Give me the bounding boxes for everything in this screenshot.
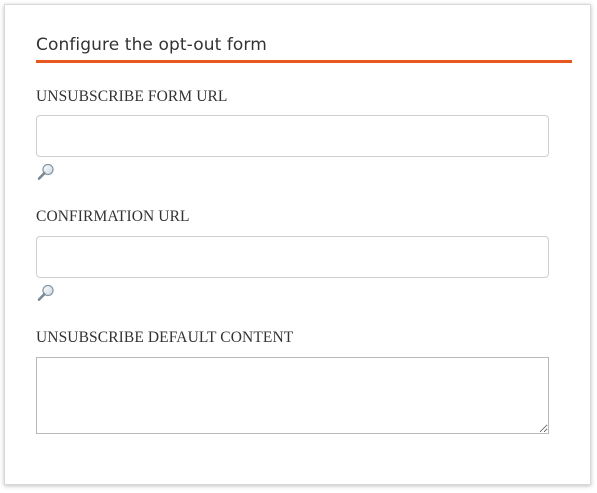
confirmation-url-label: CONFIRMATION URL: [36, 208, 190, 225]
opt-out-form-panel: Configure the opt-out form UNSUBSCRIBE F…: [4, 4, 591, 485]
unsubscribe-default-content-textarea[interactable]: [36, 357, 549, 434]
unsubscribe-default-content-label: UNSUBSCRIBE DEFAULT CONTENT: [36, 329, 294, 346]
section-title: Configure the opt-out form: [36, 35, 267, 55]
magnifier-icon[interactable]: [36, 162, 56, 182]
title-underline: [36, 60, 572, 63]
unsubscribe-form-url-label: UNSUBSCRIBE FORM URL: [36, 88, 228, 105]
unsubscribe-form-url-input[interactable]: [36, 115, 549, 157]
confirmation-url-input[interactable]: [36, 236, 549, 278]
magnifier-icon[interactable]: [36, 283, 56, 303]
